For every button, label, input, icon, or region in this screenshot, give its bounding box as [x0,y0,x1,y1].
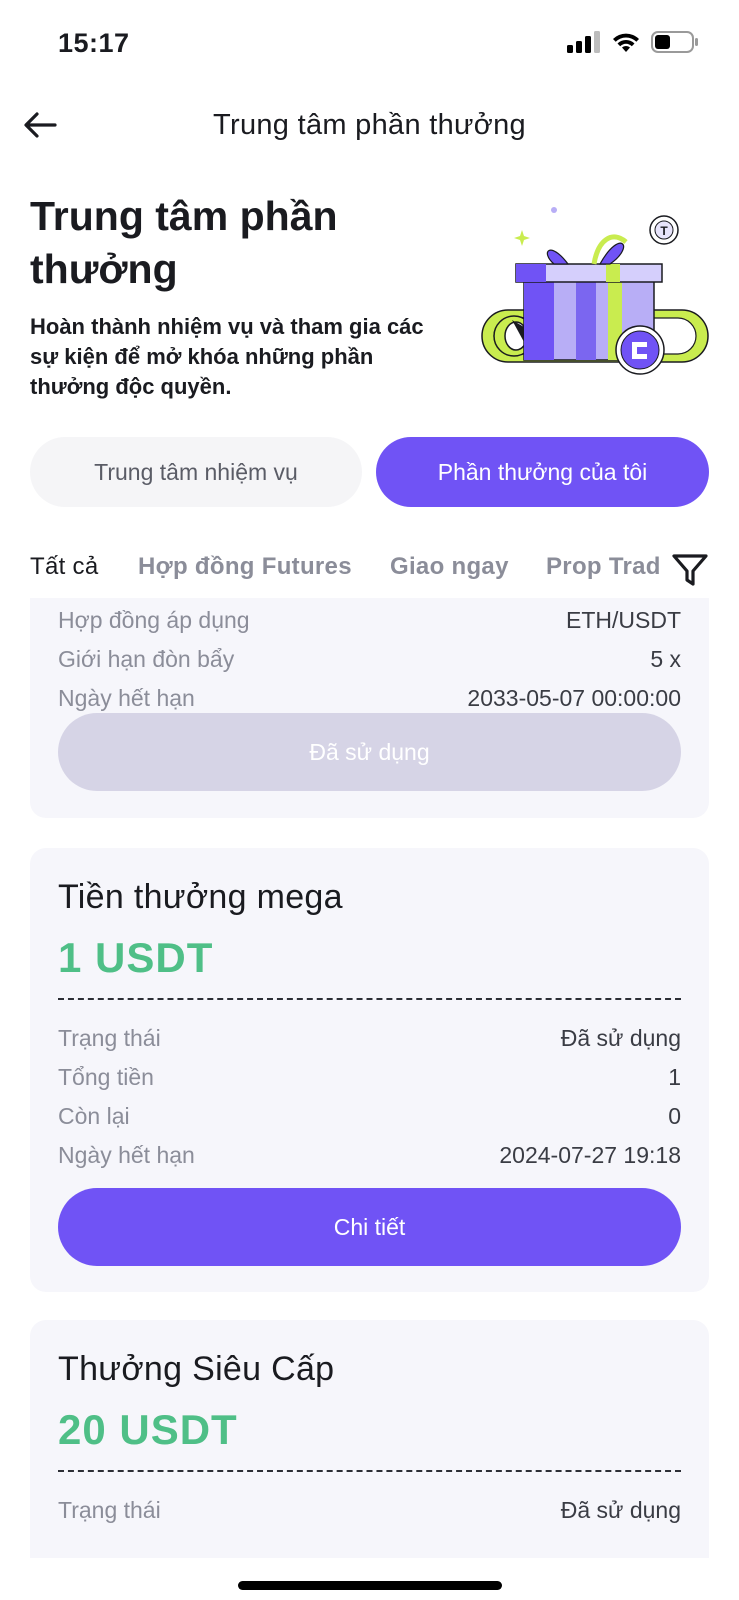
reward-card: Hợp đồng áp dụng ETH/USDT Giới hạn đòn b… [30,598,709,818]
divider [58,1470,681,1472]
detail-label: Trạng thái [58,1496,161,1523]
detail-value: 2033-05-07 00:00:00 [467,684,681,711]
detail-label: Còn lại [58,1102,130,1129]
reward-amount: 20 USDT [58,1406,238,1453]
detail-row: Giới hạn đòn bẩy 5 x [58,643,681,675]
detail-row: Trạng thái Đã sử dụng [58,1022,681,1054]
detail-value: ETH/USDT [566,606,681,633]
filter-tab-prop-trading[interactable]: Prop Trad [546,553,661,581]
detail-label: Ngày hết hạn [58,1141,195,1168]
detail-value: 0 [668,1102,681,1129]
tab-task-center[interactable]: Trung tâm nhiệm vụ [30,437,362,507]
signal-icon [567,31,600,53]
filter-tabs: Tất cả Hợp đồng Futures Giao ngay Prop T… [30,553,675,593]
detail-row: Trạng thái Đã sử dụng [58,1494,681,1526]
divider [58,998,681,1000]
filter-tab-futures[interactable]: Hợp đồng Futures [138,553,352,581]
navigation-bar: Trung tâm phần thưởng [0,95,739,155]
filter-tab-all[interactable]: Tất cả [30,553,99,581]
detail-value: Đã sử dụng [560,1024,681,1051]
reward-list: Hợp đồng áp dụng ETH/USDT Giới hạn đòn b… [0,598,739,1558]
detail-label: Ngày hết hạn [58,684,195,711]
reward-card: Thưởng Siêu Cấp 20 USDT Trạng thái Đã sử… [30,1320,709,1558]
reward-title: Tiền thưởng mega [58,878,343,916]
detail-label: Tổng tiền [58,1063,154,1090]
detail-row: Tổng tiền 1 [58,1061,681,1093]
details-button[interactable]: Chi tiết [58,1188,681,1266]
used-button: Đã sử dụng [58,713,681,791]
reward-amount: 1 USDT [58,934,214,981]
detail-value: 5 x [650,645,681,672]
home-indicator [238,1581,502,1590]
detail-row: Ngày hết hạn 2024-07-27 19:18 [58,1139,681,1171]
page-title: Trung tâm phần thưởng [213,109,526,141]
status-bar: 15:17 [0,0,739,90]
battery-icon [651,31,698,53]
reward-title: Thưởng Siêu Cấp [58,1350,335,1388]
wifi-icon [613,33,639,52]
hero-description: Hoàn thành nhiệm vụ và tham gia các sự k… [30,314,424,399]
hero-title: Trung tâm phần thưởng [30,193,338,292]
filter-icon[interactable] [670,550,710,590]
gift-box-illustration: T [481,207,709,375]
detail-label: Giới hạn đòn bẩy [58,645,235,672]
reward-card: Tiền thưởng mega 1 USDT Trạng thái Đã sử… [30,848,709,1292]
detail-label: Trạng thái [58,1024,161,1051]
detail-row: Ngày hết hạn 2033-05-07 00:00:00 [58,682,681,714]
detail-row: Hợp đồng áp dụng ETH/USDT [58,604,681,636]
status-icons [567,30,699,54]
detail-value: Đã sử dụng [560,1496,681,1523]
status-time: 15:17 [58,28,130,58]
filter-tab-spot[interactable]: Giao ngay [390,553,509,581]
detail-value: 2024-07-27 19:18 [499,1141,681,1168]
detail-row: Còn lại 0 [58,1100,681,1132]
tab-my-rewards[interactable]: Phần thưởng của tôi [376,437,709,507]
detail-label: Hợp đồng áp dụng [58,606,250,633]
svg-text:T: T [660,224,668,238]
detail-value: 1 [668,1063,681,1090]
